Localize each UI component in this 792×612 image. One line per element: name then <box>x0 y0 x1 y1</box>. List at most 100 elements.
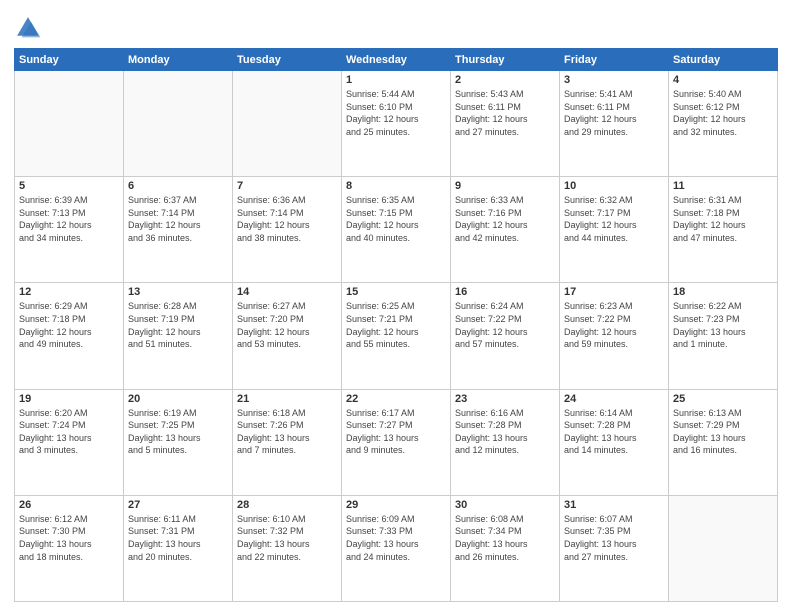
calendar-cell: 22 Sunrise: 6:17 AM Sunset: 7:27 PM Dayli… <box>342 389 451 495</box>
calendar-cell: 24 Sunrise: 6:14 AM Sunset: 7:28 PM Dayli… <box>560 389 669 495</box>
day-number: 9 <box>455 180 555 192</box>
day-info: Sunrise: 6:23 AM Sunset: 7:22 PM Dayligh… <box>564 300 664 350</box>
day-info: Sunrise: 5:41 AM Sunset: 6:11 PM Dayligh… <box>564 88 664 138</box>
calendar-week-3: 19Sunrise: 6:20 AM Sunset: 7:24 PM Dayli… <box>15 389 778 495</box>
day-number: 25 <box>673 393 773 405</box>
day-info: Sunrise: 6:14 AM Sunset: 7:28 PM Dayligh… <box>564 407 664 457</box>
day-number: 2 <box>455 74 555 86</box>
day-info: Sunrise: 6:32 AM Sunset: 7:17 PM Dayligh… <box>564 194 664 244</box>
day-info: Sunrise: 6:20 AM Sunset: 7:24 PM Dayligh… <box>19 407 119 457</box>
day-info: Sunrise: 6:36 AM Sunset: 7:14 PM Dayligh… <box>237 194 337 244</box>
calendar-table: SundayMondayTuesdayWednesdayThursdayFrid… <box>14 48 778 602</box>
day-info: Sunrise: 6:31 AM Sunset: 7:18 PM Dayligh… <box>673 194 773 244</box>
calendar-cell: 20 Sunrise: 6:19 AM Sunset: 7:25 PM Dayli… <box>124 389 233 495</box>
day-info: Sunrise: 6:09 AM Sunset: 7:33 PM Dayligh… <box>346 513 446 563</box>
day-info: Sunrise: 6:17 AM Sunset: 7:27 PM Dayligh… <box>346 407 446 457</box>
day-number: 20 <box>128 393 228 405</box>
weekday-header-thursday: Thursday <box>451 49 560 71</box>
day-number: 10 <box>564 180 664 192</box>
day-info: Sunrise: 6:10 AM Sunset: 7:32 PM Dayligh… <box>237 513 337 563</box>
calendar-cell: 29 Sunrise: 6:09 AM Sunset: 7:33 PM Dayli… <box>342 495 451 601</box>
day-info: Sunrise: 6:39 AM Sunset: 7:13 PM Dayligh… <box>19 194 119 244</box>
day-number: 14 <box>237 286 337 298</box>
calendar-cell: 31 Sunrise: 6:07 AM Sunset: 7:35 PM Dayli… <box>560 495 669 601</box>
day-info: Sunrise: 6:37 AM Sunset: 7:14 PM Dayligh… <box>128 194 228 244</box>
day-number: 13 <box>128 286 228 298</box>
calendar-cell: 6 Sunrise: 6:37 AM Sunset: 7:14 PM Daylig… <box>124 177 233 283</box>
day-info: Sunrise: 6:19 AM Sunset: 7:25 PM Dayligh… <box>128 407 228 457</box>
day-number: 5 <box>19 180 119 192</box>
day-number: 4 <box>673 74 773 86</box>
day-info: Sunrise: 6:35 AM Sunset: 7:15 PM Dayligh… <box>346 194 446 244</box>
calendar-cell: 16Sunrise: 6:24 AM Sunset: 7:22 PM Dayli… <box>451 283 560 389</box>
day-number: 29 <box>346 499 446 511</box>
calendar-cell: 9 Sunrise: 6:33 AM Sunset: 7:16 PM Daylig… <box>451 177 560 283</box>
calendar-cell: 2Sunrise: 5:43 AM Sunset: 6:11 PM Daylig… <box>451 71 560 177</box>
day-info: Sunrise: 6:28 AM Sunset: 7:19 PM Dayligh… <box>128 300 228 350</box>
calendar-cell: 25 Sunrise: 6:13 AM Sunset: 7:29 PM Dayli… <box>669 389 778 495</box>
weekday-header-tuesday: Tuesday <box>233 49 342 71</box>
calendar-week-4: 26Sunrise: 6:12 AM Sunset: 7:30 PM Dayli… <box>15 495 778 601</box>
day-info: Sunrise: 6:07 AM Sunset: 7:35 PM Dayligh… <box>564 513 664 563</box>
day-info: Sunrise: 6:29 AM Sunset: 7:18 PM Dayligh… <box>19 300 119 350</box>
day-info: Sunrise: 6:33 AM Sunset: 7:16 PM Dayligh… <box>455 194 555 244</box>
day-number: 8 <box>346 180 446 192</box>
calendar-cell <box>233 71 342 177</box>
day-info: Sunrise: 6:24 AM Sunset: 7:22 PM Dayligh… <box>455 300 555 350</box>
calendar-cell <box>669 495 778 601</box>
day-info: Sunrise: 6:25 AM Sunset: 7:21 PM Dayligh… <box>346 300 446 350</box>
page: SundayMondayTuesdayWednesdayThursdayFrid… <box>0 0 792 612</box>
weekday-header-friday: Friday <box>560 49 669 71</box>
weekday-header-monday: Monday <box>124 49 233 71</box>
day-number: 22 <box>346 393 446 405</box>
calendar-cell: 7 Sunrise: 6:36 AM Sunset: 7:14 PM Daylig… <box>233 177 342 283</box>
calendar-header-row: SundayMondayTuesdayWednesdayThursdayFrid… <box>15 49 778 71</box>
day-number: 6 <box>128 180 228 192</box>
calendar-cell: 23 Sunrise: 6:16 AM Sunset: 7:28 PM Dayli… <box>451 389 560 495</box>
day-info: Sunrise: 6:08 AM Sunset: 7:34 PM Dayligh… <box>455 513 555 563</box>
day-info: Sunrise: 6:22 AM Sunset: 7:23 PM Dayligh… <box>673 300 773 350</box>
calendar-cell: 14Sunrise: 6:27 AM Sunset: 7:20 PM Dayli… <box>233 283 342 389</box>
calendar-cell <box>124 71 233 177</box>
day-number: 23 <box>455 393 555 405</box>
calendar-cell <box>15 71 124 177</box>
day-number: 24 <box>564 393 664 405</box>
calendar-cell: 13 Sunrise: 6:28 AM Sunset: 7:19 PM Dayli… <box>124 283 233 389</box>
calendar-cell: 8 Sunrise: 6:35 AM Sunset: 7:15 PM Daylig… <box>342 177 451 283</box>
day-number: 18 <box>673 286 773 298</box>
day-info: Sunrise: 6:16 AM Sunset: 7:28 PM Dayligh… <box>455 407 555 457</box>
calendar-cell: 27 Sunrise: 6:11 AM Sunset: 7:31 PM Dayli… <box>124 495 233 601</box>
calendar-week-1: 5 Sunrise: 6:39 AM Sunset: 7:13 PM Daylig… <box>15 177 778 283</box>
day-number: 7 <box>237 180 337 192</box>
calendar-cell: 30 Sunrise: 6:08 AM Sunset: 7:34 PM Dayli… <box>451 495 560 601</box>
calendar-week-2: 12 Sunrise: 6:29 AM Sunset: 7:18 PM Dayli… <box>15 283 778 389</box>
calendar-cell: 17 Sunrise: 6:23 AM Sunset: 7:22 PM Dayli… <box>560 283 669 389</box>
calendar-cell: 15 Sunrise: 6:25 AM Sunset: 7:21 PM Dayli… <box>342 283 451 389</box>
calendar-cell: 10 Sunrise: 6:32 AM Sunset: 7:17 PM Dayli… <box>560 177 669 283</box>
day-number: 21 <box>237 393 337 405</box>
weekday-header-sunday: Sunday <box>15 49 124 71</box>
calendar-week-0: 1 Sunrise: 5:44 AM Sunset: 6:10 PM Daylig… <box>15 71 778 177</box>
calendar-cell: 18 Sunrise: 6:22 AM Sunset: 7:23 PM Dayli… <box>669 283 778 389</box>
day-number: 26 <box>19 499 119 511</box>
day-number: 12 <box>19 286 119 298</box>
day-number: 1 <box>346 74 446 86</box>
calendar-cell: 21Sunrise: 6:18 AM Sunset: 7:26 PM Dayli… <box>233 389 342 495</box>
day-info: Sunrise: 5:44 AM Sunset: 6:10 PM Dayligh… <box>346 88 446 138</box>
day-number: 27 <box>128 499 228 511</box>
day-info: Sunrise: 5:40 AM Sunset: 6:12 PM Dayligh… <box>673 88 773 138</box>
day-number: 3 <box>564 74 664 86</box>
calendar-cell: 5 Sunrise: 6:39 AM Sunset: 7:13 PM Daylig… <box>15 177 124 283</box>
calendar-cell: 12 Sunrise: 6:29 AM Sunset: 7:18 PM Dayli… <box>15 283 124 389</box>
weekday-header-wednesday: Wednesday <box>342 49 451 71</box>
day-info: Sunrise: 6:13 AM Sunset: 7:29 PM Dayligh… <box>673 407 773 457</box>
calendar-cell: 28Sunrise: 6:10 AM Sunset: 7:32 PM Dayli… <box>233 495 342 601</box>
day-number: 17 <box>564 286 664 298</box>
day-number: 15 <box>346 286 446 298</box>
day-number: 31 <box>564 499 664 511</box>
day-number: 11 <box>673 180 773 192</box>
logo <box>14 14 44 42</box>
day-info: Sunrise: 6:11 AM Sunset: 7:31 PM Dayligh… <box>128 513 228 563</box>
day-number: 30 <box>455 499 555 511</box>
weekday-header-saturday: Saturday <box>669 49 778 71</box>
